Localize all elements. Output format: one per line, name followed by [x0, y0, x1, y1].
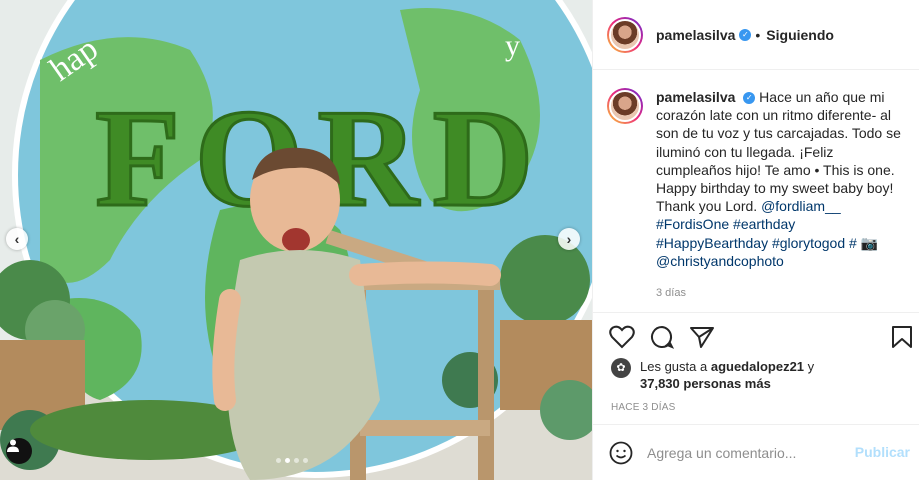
- carousel-dot: [294, 458, 299, 463]
- caption-body: pamelasilva ✓ Hace un año que mi corazón…: [656, 88, 906, 302]
- likes-summary: ✿ Les gusta a aguedalopez21 y 37,830 per…: [611, 358, 870, 392]
- instagram-post: hap y FORD: [0, 0, 919, 480]
- previous-image-button[interactable]: ‹: [6, 228, 28, 250]
- carousel-dot: [276, 458, 281, 463]
- image-right-text: y: [505, 29, 520, 62]
- carousel-dot: [303, 458, 308, 463]
- post-header: pamelasilva ✓ • Siguiendo: [593, 0, 919, 70]
- user-icon: [7, 439, 19, 452]
- save-icon[interactable]: [891, 325, 913, 349]
- header-username[interactable]: pamelasilva: [656, 27, 735, 43]
- following-button[interactable]: Siguiendo: [766, 27, 834, 43]
- caption-avatar[interactable]: [607, 88, 643, 124]
- mention-link[interactable]: @fordliam__: [761, 198, 841, 214]
- post-time: HACE 3 DÍAS: [611, 402, 676, 413]
- share-icon[interactable]: [689, 325, 715, 349]
- next-image-button[interactable]: ›: [558, 228, 580, 250]
- likes-prefix: Les gusta a: [640, 359, 708, 374]
- camera-emoji: 📷: [860, 234, 879, 251]
- caption-text: Hace un año que mi corazón late con un r…: [656, 89, 901, 215]
- heart-icon[interactable]: [609, 325, 635, 349]
- comment-icon[interactable]: [649, 325, 675, 349]
- photo-scene: hap y FORD: [0, 0, 592, 480]
- verified-badge-icon: ✓: [739, 28, 752, 41]
- verified-badge-icon: ✓: [743, 92, 756, 105]
- post-sidebar: pamelasilva ✓ • Siguiendo pamelasilva ✓ …: [592, 0, 919, 480]
- tagged-users-button[interactable]: [6, 438, 32, 464]
- publish-button[interactable]: Publicar: [855, 444, 910, 460]
- carousel-indicator: [276, 458, 308, 463]
- caption: pamelasilva ✓ Hace un año que mi corazón…: [607, 88, 910, 302]
- liker-avatar[interactable]: ✿: [611, 358, 631, 378]
- header-separator: •: [755, 26, 761, 43]
- comment-bar: Agrega un comentario... Publicar: [593, 424, 919, 480]
- caption-time: 3 días: [656, 287, 686, 300]
- likes-mid: y: [807, 359, 815, 374]
- avatar[interactable]: [607, 16, 643, 53]
- comment-input[interactable]: Agrega un comentario...: [647, 445, 796, 461]
- mention-link-2[interactable]: @christyandcophoto: [656, 253, 784, 269]
- caption-username[interactable]: pamelasilva: [656, 89, 735, 105]
- likes-count[interactable]: 37,830 personas más: [640, 376, 771, 391]
- post-image[interactable]: hap y FORD: [0, 0, 592, 480]
- emoji-icon[interactable]: [609, 441, 633, 465]
- liker-username[interactable]: aguedalopez21: [711, 359, 804, 374]
- carousel-dot-active: [285, 458, 290, 463]
- hashtag-links[interactable]: #FordisOne #earthday #HappyBearthday #gl…: [656, 216, 857, 250]
- action-bar: [593, 312, 919, 363]
